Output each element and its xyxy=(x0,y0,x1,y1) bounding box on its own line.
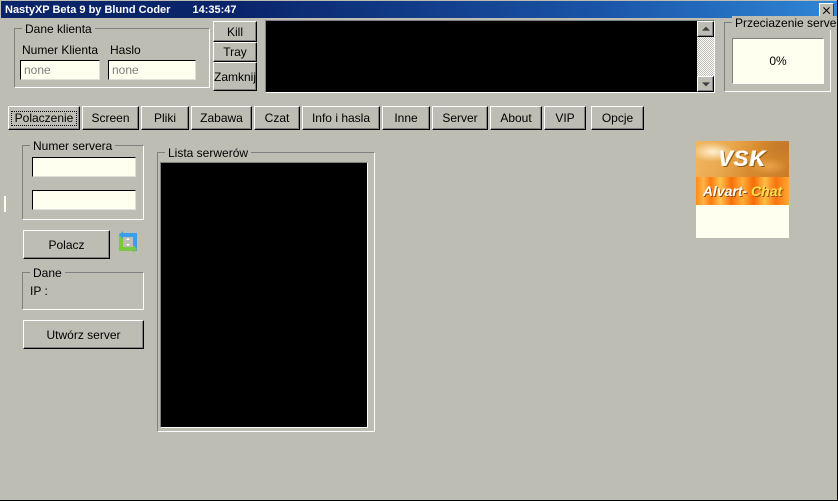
tab-czat-label: Czat xyxy=(265,111,290,125)
server-number-input-bottom[interactable] xyxy=(32,190,136,210)
window-title: NastyXP Beta 9 by Blund Coder xyxy=(1,4,170,16)
alvart-chat-banner[interactable]: Alvart- Chat xyxy=(696,177,789,205)
tab-info-i-hasla-label: Info i hasla xyxy=(312,111,370,125)
tab-screen-label: Screen xyxy=(91,111,129,125)
alvart-chat-text-left: Alvart- xyxy=(703,183,751,199)
server-load-group-label: Przeciazenie servera xyxy=(732,16,838,30)
tab-polaczenie[interactable]: Polaczenie xyxy=(8,106,80,130)
create-server-button[interactable]: Utwórz server xyxy=(23,320,144,349)
alvart-chat-text-right: Chat xyxy=(751,183,782,199)
tab-inne-label: Inne xyxy=(394,111,417,125)
tab-vip[interactable]: VIP xyxy=(544,106,586,130)
tab-polaczenie-label: Polaczenie xyxy=(11,111,78,126)
tab-server-label: Server xyxy=(442,111,477,125)
tab-server[interactable]: Server xyxy=(432,106,488,130)
client-data-group-label: Dane klienta xyxy=(22,22,95,36)
close-app-button[interactable]: Zamknij xyxy=(213,62,257,91)
console-output[interactable] xyxy=(266,21,697,92)
tab-page-edge xyxy=(4,196,6,212)
tab-czat[interactable]: Czat xyxy=(254,106,300,130)
ip-label: IP : xyxy=(30,284,48,298)
banner-placeholder-panel xyxy=(696,205,789,238)
connect-button[interactable]: Polacz xyxy=(23,230,110,259)
tab-about[interactable]: About xyxy=(490,106,542,130)
vsk-banner-text: VSK xyxy=(718,146,766,172)
client-number-label: Numer Klienta xyxy=(22,43,98,57)
server-list-box[interactable] xyxy=(160,162,368,428)
scroll-up-arrow-icon[interactable] xyxy=(697,21,714,37)
tab-screen[interactable]: Screen xyxy=(82,106,139,130)
tray-button[interactable]: Tray xyxy=(213,42,257,62)
tab-opcje-label: Opcje xyxy=(602,111,633,125)
close-icon[interactable] xyxy=(819,3,834,17)
server-number-input-top[interactable] xyxy=(32,157,136,177)
refresh-icon[interactable] xyxy=(114,228,142,256)
application-window: NastyXP Beta 9 by Blund Coder 14:35:47 D… xyxy=(0,0,838,501)
tab-zabawa[interactable]: Zabawa xyxy=(191,106,252,130)
server-number-group-label: Numer servera xyxy=(30,139,115,153)
password-input[interactable]: none xyxy=(108,60,196,80)
console-scrollbar[interactable] xyxy=(697,21,714,92)
window-clock: 14:35:47 xyxy=(192,4,236,16)
tab-opcje[interactable]: Opcje xyxy=(591,106,644,130)
tab-info-i-hasla[interactable]: Info i hasla xyxy=(302,106,380,130)
alvart-chat-banner-text: Alvart- Chat xyxy=(703,183,782,199)
password-label: Haslo xyxy=(110,43,141,57)
console-frame xyxy=(265,20,715,93)
kill-button[interactable]: Kill xyxy=(213,21,257,42)
tab-about-label: About xyxy=(500,111,531,125)
tab-vip-label: VIP xyxy=(555,111,574,125)
tab-pliki[interactable]: Pliki xyxy=(141,106,189,130)
vsk-banner[interactable]: VSK xyxy=(696,141,789,177)
title-bar: NastyXP Beta 9 by Blund Coder 14:35:47 xyxy=(1,1,837,18)
tab-zabawa-label: Zabawa xyxy=(200,111,243,125)
tab-inne[interactable]: Inne xyxy=(382,106,430,130)
server-load-value: 0% xyxy=(732,38,824,84)
tab-strip: Polaczenie Screen Pliki Zabawa Czat Info… xyxy=(8,106,830,130)
server-list-group-label: Lista serwerów xyxy=(165,146,251,160)
data-group-label: Dane xyxy=(30,266,65,280)
scroll-down-arrow-icon[interactable] xyxy=(697,76,714,92)
tab-pliki-label: Pliki xyxy=(154,111,176,125)
client-number-input[interactable]: none xyxy=(20,60,100,80)
